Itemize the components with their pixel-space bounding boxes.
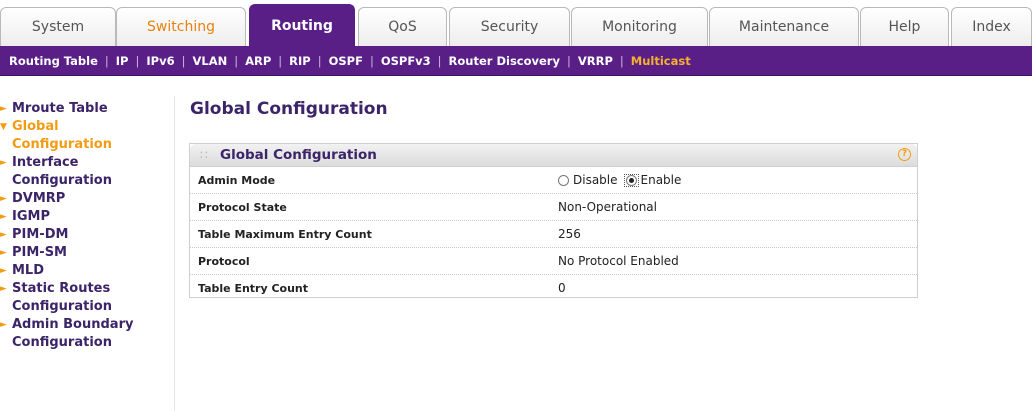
sidebar-item-label: DVMRP	[12, 191, 66, 206]
subnav-separator: |	[234, 53, 239, 68]
panel-header: ∷ Global Configuration ?	[190, 144, 917, 167]
arrow-right-icon: ►	[0, 104, 7, 114]
tab-maintenance[interactable]: Maintenance	[709, 7, 859, 46]
subnav-vlan[interactable]: VLAN	[192, 54, 227, 68]
admin-mode-enable-focus-box	[623, 173, 639, 187]
arrow-right-icon: ►	[0, 320, 7, 330]
sidebar-item-mld[interactable]: ► MLD	[0, 262, 174, 280]
protocol-state-label: Protocol State	[198, 201, 287, 214]
arrow-right-icon: ►	[0, 284, 7, 294]
sidebar-item-label: IGMP	[12, 209, 50, 224]
subnav-separator: |	[317, 53, 322, 68]
subnav-separator: |	[619, 53, 624, 68]
protocol-state-row: Protocol State Non-Operational	[190, 194, 917, 221]
table-max-entry-count-row: Table Maximum Entry Count 256	[190, 221, 917, 248]
sidebar-item-igmp[interactable]: ► IGMP	[0, 208, 174, 226]
subnav-separator: |	[278, 53, 283, 68]
admin-mode-label: Admin Mode	[198, 174, 276, 187]
sidebar-item-label: PIM-DM	[12, 227, 69, 242]
top-tab-bar: System Switching Routing QoS Security Mo…	[0, 0, 1032, 47]
drag-grip-icon: ∷	[200, 148, 208, 162]
protocol-row: Protocol No Protocol Enabled	[190, 248, 917, 275]
sidebar-item-label: PIM-SM	[12, 245, 67, 260]
sidebar: ► Mroute Table ▼ Global Configuration ► …	[0, 96, 175, 411]
table-max-entry-count-label: Table Maximum Entry Count	[198, 228, 372, 241]
admin-mode-enable-radio[interactable]	[625, 174, 637, 186]
table-entry-count-row: Table Entry Count 0	[190, 275, 917, 301]
admin-mode-disable-radio[interactable]	[558, 174, 569, 186]
sidebar-item-label: MLD	[12, 263, 45, 278]
sidebar-item-label: Interface Configuration	[12, 155, 112, 188]
arrow-right-icon: ►	[0, 212, 7, 222]
admin-mode-radio-group: Disable Enable	[558, 173, 683, 187]
arrow-right-icon: ►	[0, 230, 7, 240]
tab-qos[interactable]: QoS	[358, 7, 447, 46]
sidebar-item-mroute-table[interactable]: ► Mroute Table	[0, 100, 174, 118]
subnav-separator: |	[135, 53, 140, 68]
subnav-ip[interactable]: IP	[116, 54, 129, 68]
subnav-ospf[interactable]: OSPF	[329, 54, 363, 68]
table-max-entry-count-value: 256	[558, 227, 581, 241]
admin-mode-row: Admin Mode Disable Enable	[190, 167, 917, 194]
tab-index[interactable]: Index	[951, 7, 1032, 46]
protocol-label: Protocol	[198, 255, 250, 268]
sidebar-item-global-configuration[interactable]: ▼ Global Configuration	[0, 118, 152, 154]
subnav-ipv6[interactable]: IPv6	[146, 54, 174, 68]
sidebar-item-admin-boundary-configuration[interactable]: ► Admin Boundary Configuration	[0, 316, 172, 352]
sidebar-item-label: Global Configuration	[12, 119, 112, 152]
subnav-rip[interactable]: RIP	[289, 54, 311, 68]
sidebar-item-static-routes-configuration[interactable]: ► Static Routes Configuration	[0, 280, 162, 316]
sidebar-item-label: Admin Boundary Configuration	[12, 317, 134, 350]
tab-help[interactable]: Help	[860, 7, 949, 46]
subnav-separator: |	[369, 53, 374, 68]
admin-mode-disable-label[interactable]: Disable	[573, 173, 618, 187]
tab-security[interactable]: Security	[449, 7, 570, 46]
subnav-separator: |	[181, 53, 186, 68]
arrow-right-icon: ►	[0, 194, 7, 204]
panel-title: Global Configuration	[220, 147, 377, 163]
subnav-router-discovery[interactable]: Router Discovery	[449, 54, 560, 68]
sub-navigation-bar: Routing Table | IP | IPv6 | VLAN | ARP |…	[0, 46, 1032, 76]
help-icon[interactable]: ?	[898, 148, 911, 161]
arrow-right-icon: ►	[0, 266, 7, 276]
subnav-vrrp[interactable]: VRRP	[578, 54, 613, 68]
sidebar-item-label: Mroute Table	[12, 101, 108, 116]
subnav-arp[interactable]: ARP	[245, 54, 271, 68]
sidebar-item-interface-configuration[interactable]: ► Interface Configuration	[0, 154, 152, 190]
tab-monitoring[interactable]: Monitoring	[571, 7, 708, 46]
subnav-separator: |	[437, 53, 442, 68]
protocol-state-value: Non-Operational	[558, 200, 657, 214]
subnav-routing-table[interactable]: Routing Table	[9, 54, 98, 68]
arrow-right-icon: ►	[0, 248, 7, 258]
sidebar-item-pim-dm[interactable]: ► PIM-DM	[0, 226, 174, 244]
page-title: Global Configuration	[190, 99, 388, 119]
subnav-separator: |	[566, 53, 571, 68]
sidebar-item-dvmrp[interactable]: ► DVMRP	[0, 190, 174, 208]
tab-system[interactable]: System	[0, 7, 116, 46]
tab-switching[interactable]: Switching	[116, 7, 246, 46]
table-entry-count-label: Table Entry Count	[198, 282, 309, 295]
protocol-value: No Protocol Enabled	[558, 254, 679, 268]
subnav-separator: |	[104, 53, 109, 68]
tab-routing[interactable]: Routing	[249, 4, 355, 47]
sidebar-item-pim-sm[interactable]: ► PIM-SM	[0, 244, 174, 262]
sidebar-item-label: Static Routes Configuration	[12, 281, 112, 314]
arrow-right-icon: ►	[0, 158, 7, 168]
subnav-multicast[interactable]: Multicast	[631, 54, 691, 68]
table-entry-count-value: 0	[558, 281, 566, 295]
chevron-down-icon: ▼	[0, 122, 7, 132]
admin-mode-enable-label[interactable]: Enable	[641, 173, 682, 187]
subnav-ospfv3[interactable]: OSPFv3	[381, 54, 431, 68]
global-configuration-panel: ∷ Global Configuration ? Admin Mode Disa…	[189, 143, 918, 298]
